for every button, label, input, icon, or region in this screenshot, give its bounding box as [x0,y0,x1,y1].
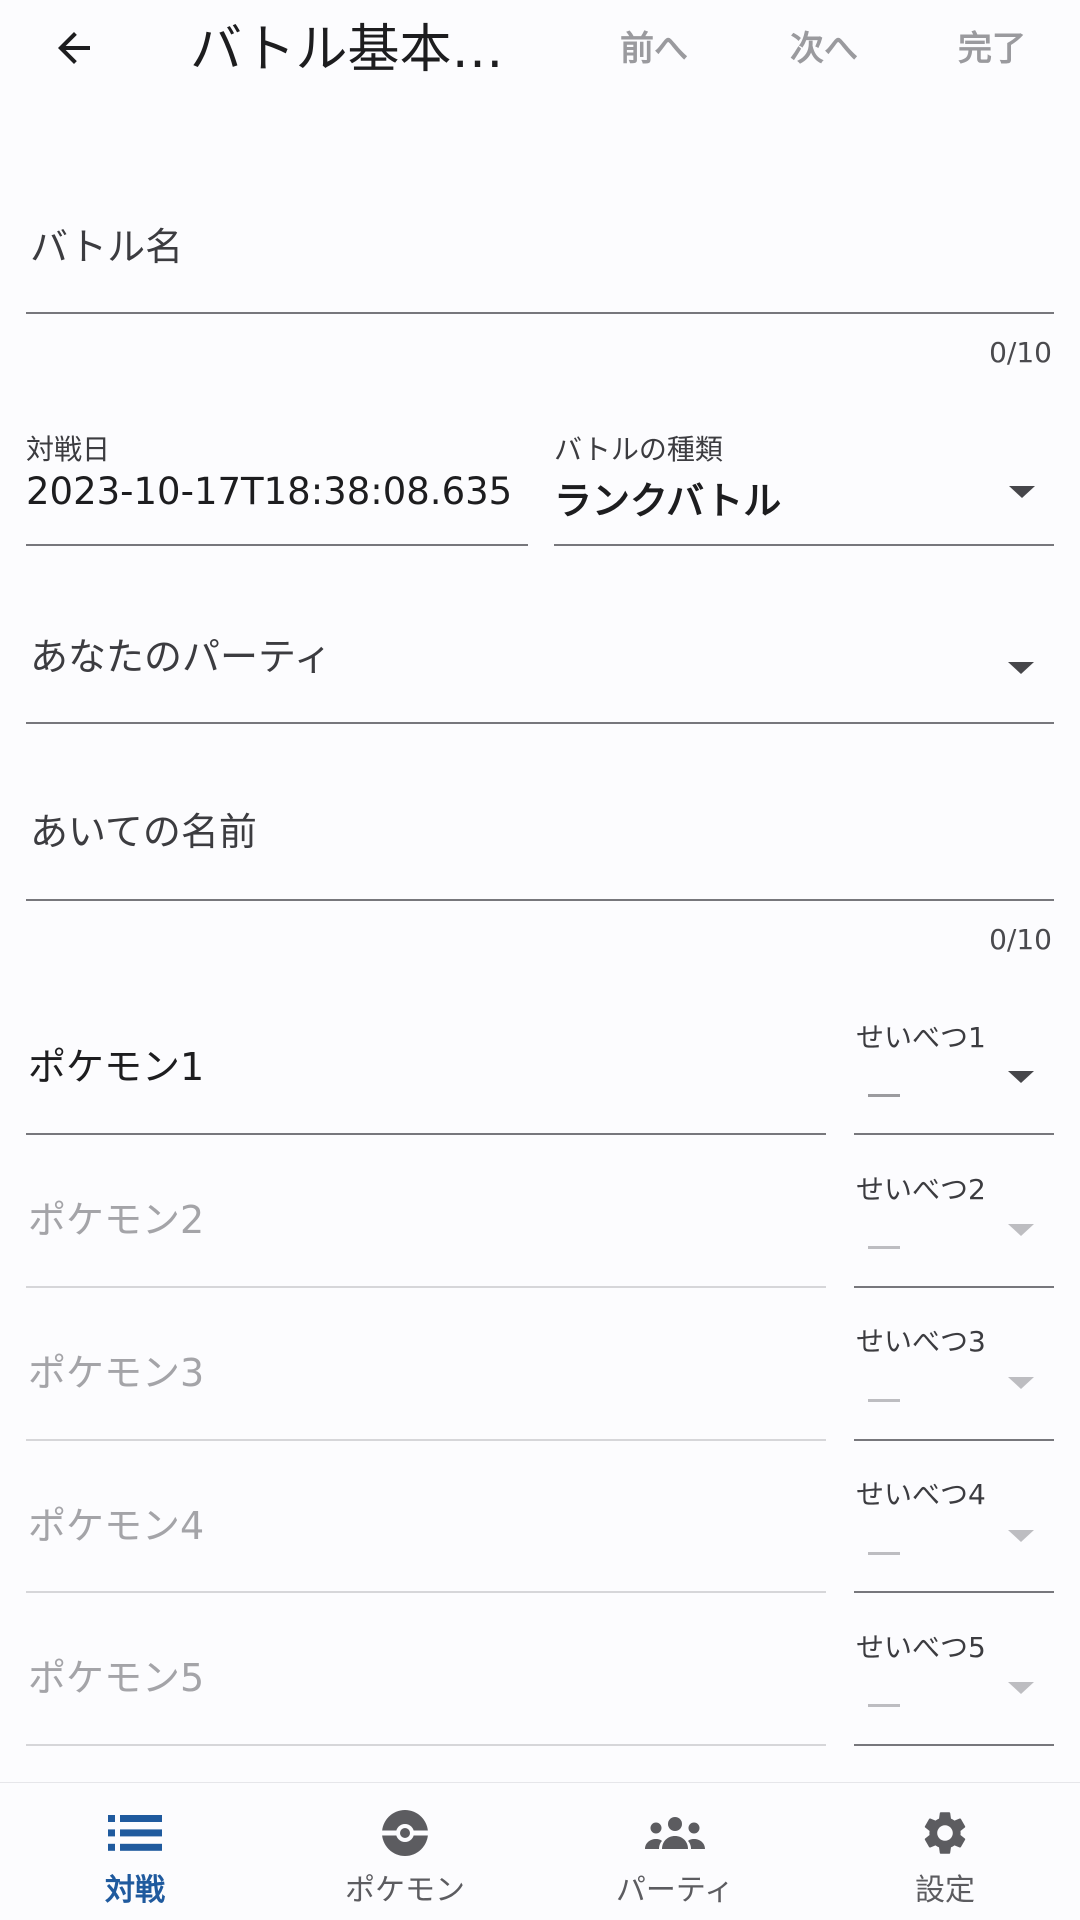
nav-item-battle[interactable]: 対戦 [0,1783,270,1920]
battle-name-field[interactable]: バトル名 0/10 [26,200,1054,369]
pokemon-5-underline [26,1744,826,1746]
battle-type-value: ランクバトル [554,479,782,523]
gender-5-dropdown-arrow-icon[interactable] [1008,1682,1034,1694]
nav-label-party: パーティ [615,1873,735,1908]
your-party-underline [26,722,1054,724]
battle-date-underline [26,544,528,546]
gender-1-dropdown-arrow-icon[interactable] [1008,1071,1034,1083]
nav-label-settings: 設定 [915,1873,975,1908]
battle-date-value: 2023-10-17T18:38:08.635 [26,470,513,513]
battle-name-label: バトル名 [30,225,184,269]
battle-basic-info-screen: バトル基本… 前へ 次へ 完了 バトル名 0/10 対戦日 2023-10-17… [0,0,1080,1920]
battle-name-underline [26,312,1054,314]
gender-4-underline [854,1591,1054,1593]
dropdown-arrow-icon [1009,486,1035,498]
bottom-navigation: 対戦 ポケモン パーティ 設定 [0,1782,1080,1920]
pokemon-2-field[interactable]: ポケモン2 [28,1189,204,1244]
gender-1-underline [854,1133,1054,1135]
nav-label-battle: 対戦 [105,1873,165,1908]
opponent-name-field[interactable]: あいての名前 0/10 [26,795,1054,956]
page-title: バトル基本… [190,20,504,80]
done-button[interactable]: 完了 [958,26,1026,72]
gender-4-dropdown-arrow-icon[interactable] [1008,1530,1034,1542]
pokemon-4-field[interactable]: ポケモン4 [28,1495,204,1550]
pokemon-5-field[interactable]: ポケモン5 [28,1647,204,1702]
pokeball-icon [382,1810,428,1856]
gender-2-label: せいべつ2 [856,1173,986,1206]
nav-item-pokemon[interactable]: ポケモン [270,1783,540,1920]
gender-3-value[interactable] [868,1399,900,1402]
battle-type-dropdown[interactable]: バトルの種類 ランクバトル [554,420,1054,550]
gender-5-underline [854,1744,1054,1746]
gender-4-value[interactable] [868,1552,900,1555]
list-icon [108,1815,162,1851]
gender-1-value[interactable] [868,1094,900,1097]
gender-4-label: せいべつ4 [856,1478,986,1511]
back-button[interactable] [42,16,106,80]
battle-date-label: 対戦日 [26,433,111,466]
battle-name-counter: 0/10 [989,336,1052,369]
nav-label-pokemon: ポケモン [345,1873,465,1908]
gender-3-label: せいべつ3 [856,1325,986,1358]
your-party-dropdown[interactable]: あなたのパーティ [26,620,1054,730]
prev-button[interactable]: 前へ [620,26,688,72]
pokemon-4-underline [26,1591,826,1593]
nav-item-party[interactable]: パーティ [540,1783,810,1920]
opponent-name-underline [26,899,1054,901]
gender-5-label: せいべつ5 [856,1631,986,1664]
gender-3-underline [854,1439,1054,1441]
battle-date-field[interactable]: 対戦日 2023-10-17T18:38:08.635 [26,420,528,550]
gender-2-value[interactable] [868,1246,900,1249]
gear-icon [924,1812,966,1854]
pokemon-3-underline [26,1439,826,1441]
battle-type-underline [554,544,1054,546]
gender-5-value[interactable] [868,1704,900,1707]
opponent-name-label: あいての名前 [30,810,257,854]
pokemon-1-field[interactable]: ポケモン1 [28,1036,204,1091]
opponent-name-counter: 0/10 [989,923,1052,956]
dropdown-arrow-icon [1008,662,1034,674]
gender-1-label: せいべつ1 [856,1021,986,1054]
gender-2-underline [854,1286,1054,1288]
group-icon [645,1817,705,1849]
nav-item-settings[interactable]: 設定 [810,1783,1080,1920]
battle-type-label: バトルの種類 [554,433,723,466]
pokemon-3-field[interactable]: ポケモン3 [28,1342,204,1397]
pokemon-1-underline [26,1133,826,1135]
next-button[interactable]: 次へ [790,26,858,72]
your-party-label: あなたのパーティ [30,635,332,679]
pokemon-2-underline [26,1286,826,1288]
gender-2-dropdown-arrow-icon[interactable] [1008,1224,1034,1236]
app-bar: バトル基本… 前へ 次へ 完了 [0,0,1080,100]
gender-3-dropdown-arrow-icon[interactable] [1008,1377,1034,1389]
arrow-back-icon [58,32,90,64]
